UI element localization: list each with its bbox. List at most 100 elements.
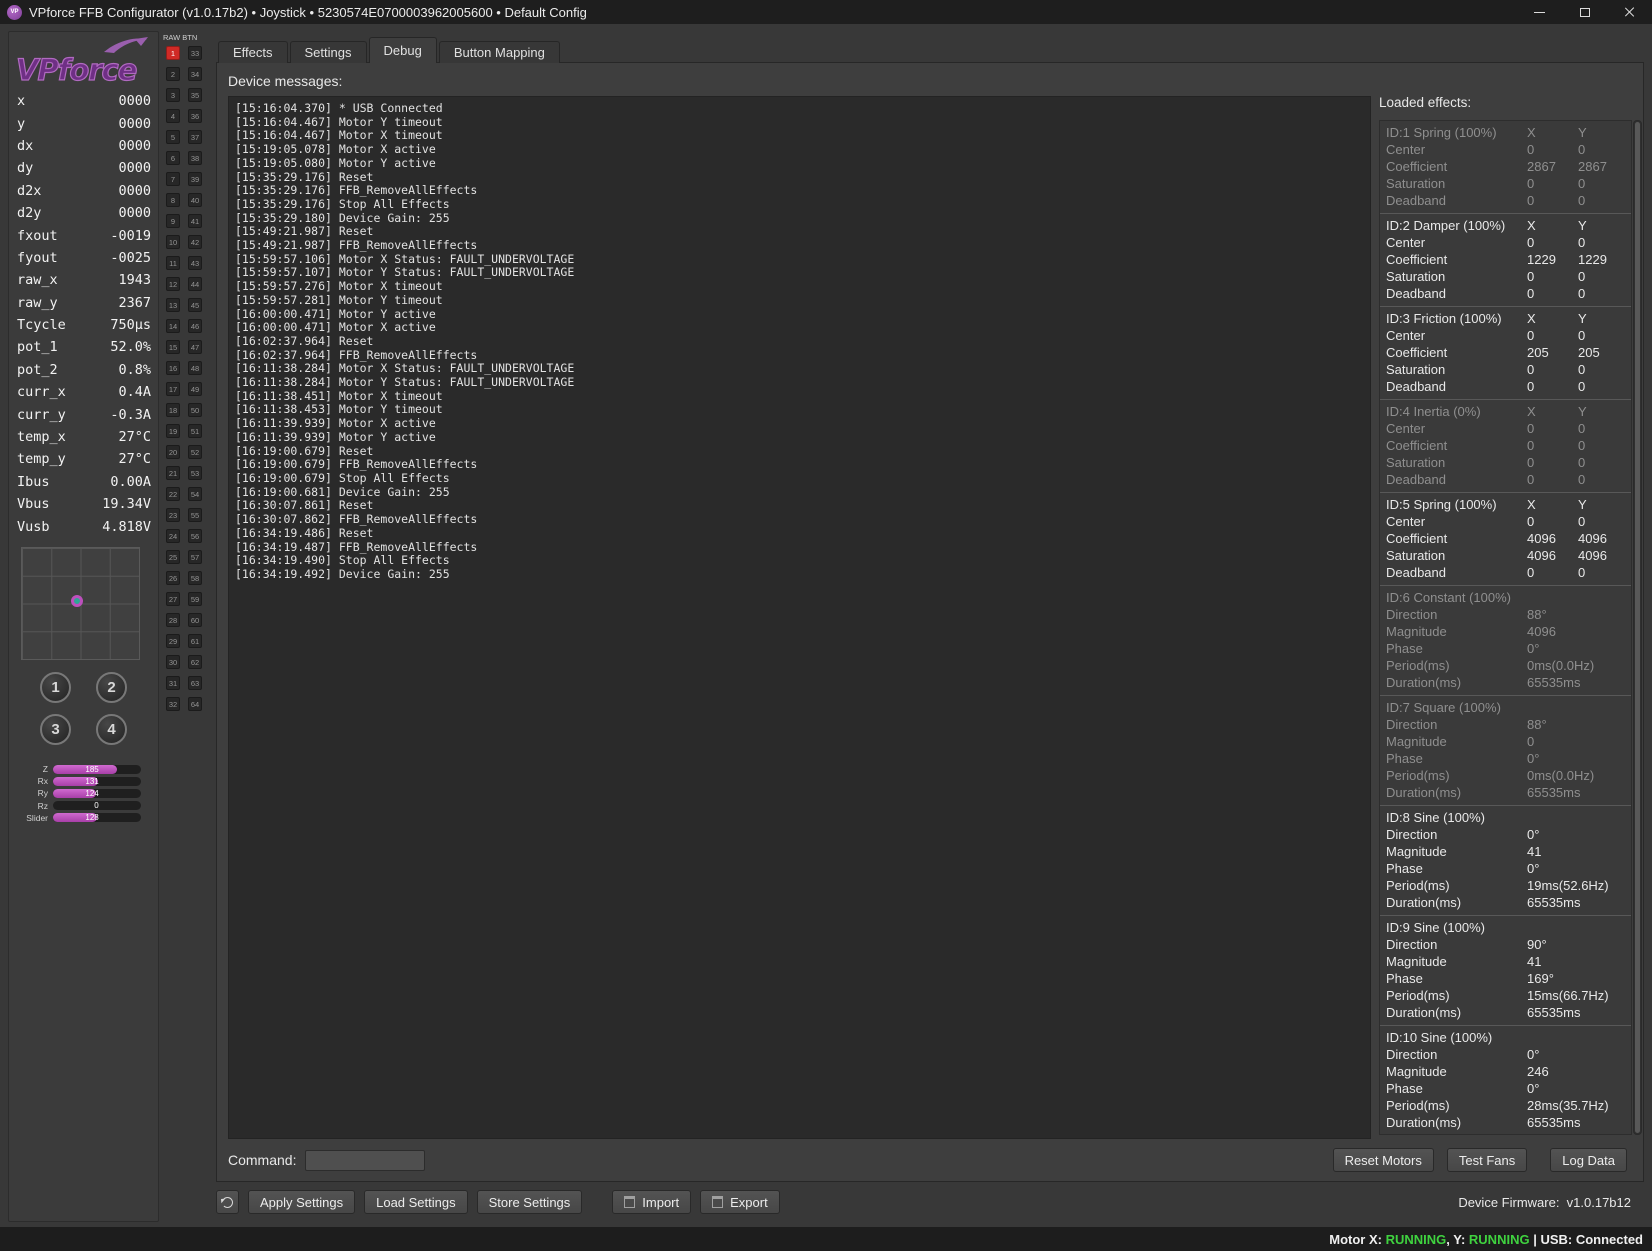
telemetry-label: curr_y [17, 406, 66, 423]
effects-scrollbar[interactable] [1633, 120, 1642, 1135]
axis-value: 185 [85, 764, 99, 774]
effect-param-value-x: 0 [1527, 438, 1535, 453]
effect-param-label: Direction [1386, 607, 1438, 622]
log-line: [16:00:00.471] Motor X active [235, 320, 436, 335]
raw-button-26: 26 [166, 571, 180, 585]
effect-param-label: Magnitude [1386, 734, 1447, 749]
telemetry-label: temp_x [17, 429, 66, 446]
statusbar: Motor X: RUNNING , Y: RUNNING | USB: Con… [0, 1227, 1652, 1251]
tab-button-mapping[interactable]: Button Mapping [438, 41, 560, 63]
close-button[interactable] [1607, 0, 1652, 24]
effect-entry: ID:7 Square (100%) Direction 88° Magnitude 0… [1380, 696, 1631, 806]
raw-button-58: 58 [188, 571, 202, 585]
telemetry-value: 4.818V [102, 518, 151, 535]
telemetry-row-temp_y: temp_y 27°C [17, 448, 151, 470]
effect-param-row: Duration(ms) 65535ms [1386, 1114, 1631, 1131]
telemetry-label: d2x [17, 182, 42, 199]
axis-label: Slider [26, 812, 48, 823]
load-settings-button[interactable]: Load Settings [364, 1190, 468, 1214]
telemetry-label: Tcycle [17, 317, 66, 334]
tab-debug[interactable]: Debug [368, 37, 437, 63]
log-data-button[interactable]: Log Data [1550, 1148, 1627, 1172]
log-line: [16:11:39.939] Motor Y active [235, 429, 436, 444]
device-messages-console[interactable]: [15:16:04.370] * USB Connected [15:16:04.… [228, 96, 1371, 1139]
motor-x-status: RUNNING [1385, 1231, 1447, 1247]
effect-col-y: Y [1578, 218, 1587, 233]
effect-param-value-x: 41 [1527, 844, 1542, 859]
export-button[interactable]: Export [700, 1190, 780, 1214]
effect-title: ID:9 Sine (100%) [1386, 920, 1485, 935]
effect-param-label: Center [1386, 235, 1426, 250]
tab-settings[interactable]: Settings [289, 41, 367, 63]
effect-col-x: X [1527, 218, 1536, 233]
apply-settings-button[interactable]: Apply Settings [248, 1190, 356, 1214]
effect-param-value-y: 0 [1578, 286, 1586, 301]
effect-param-value-x: 0ms(0.0Hz) [1527, 768, 1595, 783]
raw-button-29: 29 [166, 634, 180, 648]
axis-label: Rz [37, 800, 48, 811]
telemetry-label: pot_2 [17, 361, 58, 378]
telemetry-label: pot_1 [17, 339, 58, 356]
raw-button-25: 25 [166, 550, 180, 564]
svg-text:VPforce: VPforce [16, 53, 137, 87]
effect-param-label: Center [1386, 328, 1426, 343]
minimize-button[interactable] [1517, 0, 1562, 24]
raw-button-39: 39 [188, 172, 202, 186]
effect-param-row: Direction 90° [1386, 936, 1631, 953]
log-line: [15:59:57.281] Motor Y timeout [235, 292, 443, 307]
effect-param-value-x: 0ms(0.0Hz) [1527, 658, 1595, 673]
effect-param-label: Phase [1386, 861, 1423, 876]
raw-button-59: 59 [188, 592, 202, 606]
raw-button-11: 11 [166, 256, 180, 270]
import-button[interactable]: Import [612, 1190, 692, 1214]
effect-param-value-x: 0 [1527, 142, 1535, 157]
log-line: [16:11:39.939] Motor X active [235, 416, 436, 431]
store-settings-button[interactable]: Store Settings [476, 1190, 583, 1214]
effect-param-row: Coefficient 1229 1229 [1386, 251, 1631, 268]
axis-track: 128 [53, 813, 141, 823]
effect-col-y: Y [1578, 404, 1587, 419]
test-fans-button[interactable]: Test Fans [1446, 1148, 1528, 1172]
effect-param-label: Magnitude [1386, 844, 1447, 859]
axis-track: 185 [53, 764, 141, 774]
raw-button-5: 5 [166, 130, 180, 144]
log-line: [15:35:29.180] Device Gain: 255 [235, 210, 450, 225]
raw-button-38: 38 [188, 151, 202, 165]
telemetry-value: 19.34V [102, 496, 151, 513]
raw-button-23: 23 [166, 508, 180, 522]
raw-button-31: 31 [166, 676, 180, 690]
effect-param-label: Magnitude [1386, 624, 1447, 639]
effects-scrollbar-handle[interactable] [1635, 122, 1640, 1133]
log-line: [16:34:19.492] Device Gain: 255 [235, 566, 450, 581]
effect-param-label: Center [1386, 514, 1426, 529]
telemetry-value: 0.00A [110, 473, 151, 490]
refresh-button[interactable] [216, 1190, 239, 1214]
command-input[interactable] [305, 1149, 426, 1171]
effect-entry: ID:9 Sine (100%) Direction 90° Magnitude 41 P… [1380, 916, 1631, 1026]
raw-button-35: 35 [188, 88, 202, 102]
debug-tab-panel: Device messages: [15:16:04.370] * USB Co… [216, 62, 1644, 1182]
effect-param-value-x: 0 [1527, 379, 1535, 394]
tab-effects[interactable]: Effects [218, 41, 288, 63]
refresh-icon [222, 1196, 233, 1208]
effect-param-value-x: 15ms(66.7Hz) [1527, 988, 1609, 1003]
effect-param-label: Direction [1386, 717, 1438, 732]
maximize-button[interactable] [1562, 0, 1607, 24]
effect-param-row: Phase 0° [1386, 750, 1631, 767]
reset-motors-button[interactable]: Reset Motors [1332, 1148, 1434, 1172]
effect-param-label: Coefficient [1386, 159, 1448, 174]
effect-param-label: Direction [1386, 1047, 1438, 1062]
raw-button-33: 33 [188, 46, 202, 60]
effect-param-label: Magnitude [1386, 1064, 1447, 1079]
effect-param-label: Duration(ms) [1386, 1115, 1462, 1130]
effect-param-row: Direction 88° [1386, 606, 1631, 623]
effect-col-y: Y [1578, 125, 1587, 140]
telemetry-label: fxout [17, 227, 58, 244]
telemetry-value: 0000 [118, 205, 151, 222]
raw-button-48: 48 [188, 361, 202, 375]
raw-button-32: 32 [166, 697, 180, 711]
raw-button-41: 41 [188, 214, 202, 228]
effect-param-label: Magnitude [1386, 954, 1447, 969]
raw-button-3: 3 [166, 88, 180, 102]
telemetry-readout: x 0000 y 0000 dx 0000 dy 0000 d2x 0000 d2y 0000 fxou… [17, 90, 151, 538]
